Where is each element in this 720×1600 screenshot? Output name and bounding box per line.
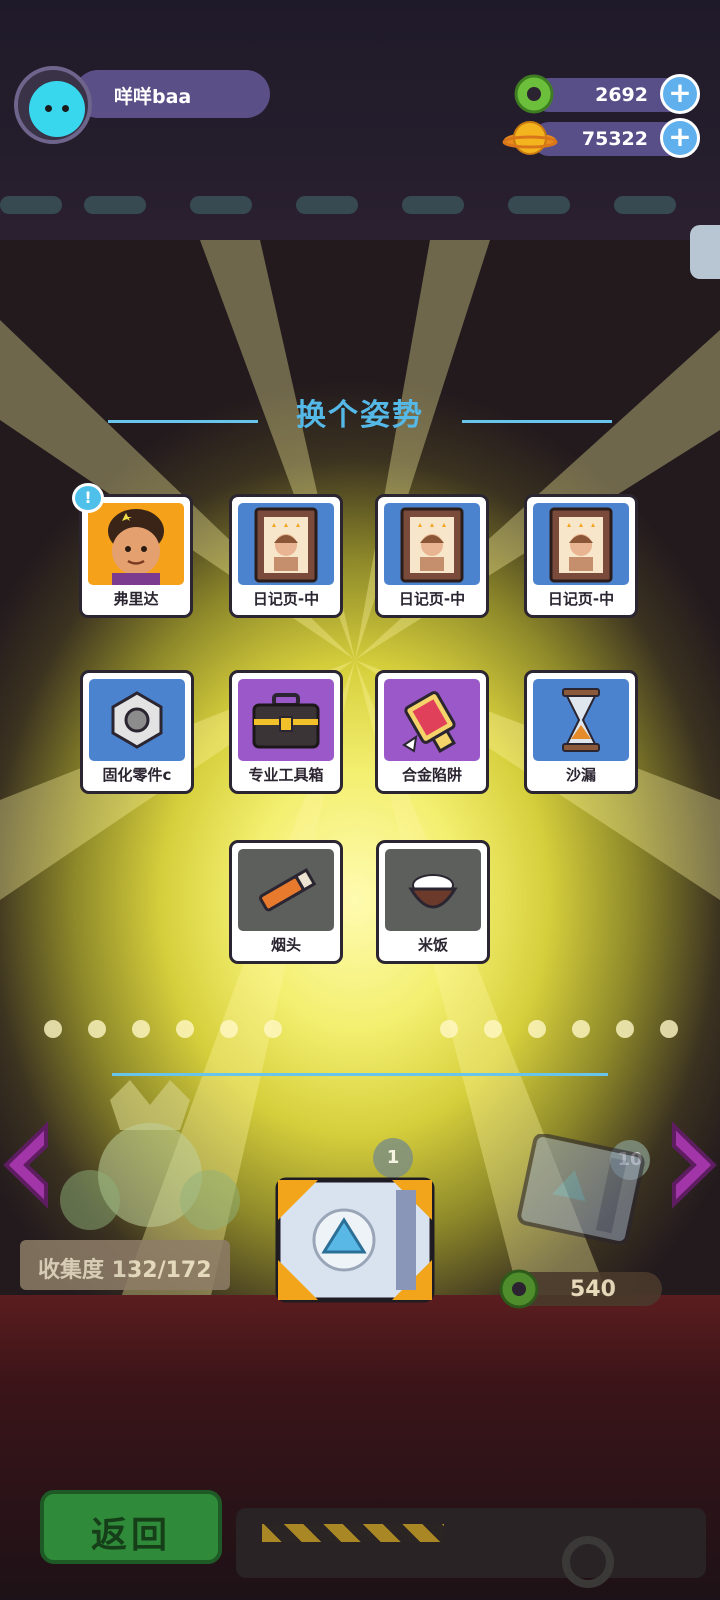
ten-draw-chest-icon[interactable] — [516, 1134, 646, 1244]
mystery-chest-icon[interactable] — [274, 1176, 436, 1304]
diary-page-portrait-icon — [254, 507, 318, 583]
reward-item-card[interactable]: 日记页-中 — [229, 494, 343, 618]
hazard-stripe — [262, 1524, 444, 1542]
item-background — [89, 679, 185, 761]
item-background — [533, 503, 629, 585]
item-name: 日记页-中 — [547, 590, 615, 608]
magnifier-icon — [562, 1536, 614, 1588]
ten-draw-price: 540 — [570, 1277, 616, 1302]
reward-item-card[interactable]: 日记页-中 — [375, 494, 489, 618]
rice-bowl-icon — [408, 874, 458, 909]
green-donut-coin-icon — [499, 1269, 539, 1309]
item-background — [533, 679, 629, 761]
planet-coin-count: 75322 — [581, 128, 648, 150]
item-name: 日记页-中 — [252, 590, 320, 608]
cat-avatar-icon — [29, 81, 85, 137]
side-scissors-tab[interactable] — [690, 225, 720, 279]
item-background — [238, 503, 334, 585]
item-name: 弗里达 — [113, 590, 159, 608]
frida-character-icon — [108, 509, 164, 585]
stage-light-strip — [402, 196, 464, 214]
player-name: 咩咩baa — [114, 86, 192, 108]
avatar[interactable] — [14, 66, 92, 144]
item-name: 专业工具箱 — [248, 766, 324, 784]
stage-light-strip — [508, 196, 570, 214]
reward-item-card[interactable]: 固化零件c — [80, 670, 194, 794]
reward-item-card[interactable]: 烟头 — [229, 840, 343, 964]
collection-progress-panel: 收集度 132/172 — [20, 1240, 230, 1290]
add-donut-coin-button[interactable]: + — [660, 74, 700, 114]
item-name: 日记页-中 — [398, 590, 466, 608]
reward-item-card[interactable]: 日记页-中 — [524, 494, 638, 618]
reward-item-card[interactable]: 弗里达 ! — [72, 483, 193, 618]
item-name: 固化零件c — [102, 766, 172, 784]
reward-item-card[interactable]: 合金陷阱 — [375, 670, 489, 794]
item-background — [384, 503, 480, 585]
back-button-label: 返回 — [90, 1515, 171, 1556]
reward-item-card[interactable]: 沙漏 — [524, 670, 638, 794]
alloy-trap-icon — [402, 691, 456, 754]
green-donut-coin-icon — [514, 74, 554, 114]
item-name: 合金陷阱 — [401, 766, 462, 784]
stage-light-strip — [614, 196, 676, 214]
new-item-notice-icon: ! — [72, 483, 104, 513]
diary-page-portrait-icon — [400, 507, 464, 583]
item-name: 烟头 — [270, 936, 301, 954]
donut-coin-count: 2692 — [595, 84, 648, 106]
back-button[interactable]: 返回 — [40, 1490, 222, 1564]
item-background — [238, 679, 334, 761]
title-rule-right — [462, 420, 612, 423]
panel-bottom-rule — [112, 1073, 608, 1076]
item-name: 米饭 — [417, 936, 448, 954]
item-background — [384, 679, 480, 761]
cigarette-butt-icon — [259, 868, 317, 912]
bottom-toolbar — [236, 1508, 706, 1578]
toolbox-icon — [252, 693, 320, 749]
add-planet-coin-button[interactable]: + — [660, 118, 700, 158]
stage-light-strip — [190, 196, 252, 214]
stage-light-strip — [84, 196, 146, 214]
reward-item-card[interactable]: 米饭 — [376, 840, 490, 964]
stage-light-strip — [296, 196, 358, 214]
item-background — [88, 503, 184, 585]
diary-page-portrait-icon — [549, 507, 613, 583]
item-name: 沙漏 — [565, 766, 596, 784]
single-draw-count-badge: 1 — [373, 1138, 413, 1178]
marquee-bulbs — [0, 1020, 720, 1040]
reward-item-card[interactable]: 专业工具箱 — [229, 670, 343, 794]
hex-nut-icon — [111, 691, 163, 749]
stage-light-strip — [0, 196, 62, 214]
item-background — [385, 849, 481, 931]
reward-title: 换个姿势 — [296, 398, 424, 433]
item-background — [238, 849, 334, 931]
orange-planet-coin-icon — [502, 121, 558, 155]
hourglass-icon — [562, 688, 600, 752]
collection-progress-text: 收集度 132/172 — [38, 1258, 212, 1283]
arrow-right-icon[interactable] — [660, 1120, 720, 1210]
